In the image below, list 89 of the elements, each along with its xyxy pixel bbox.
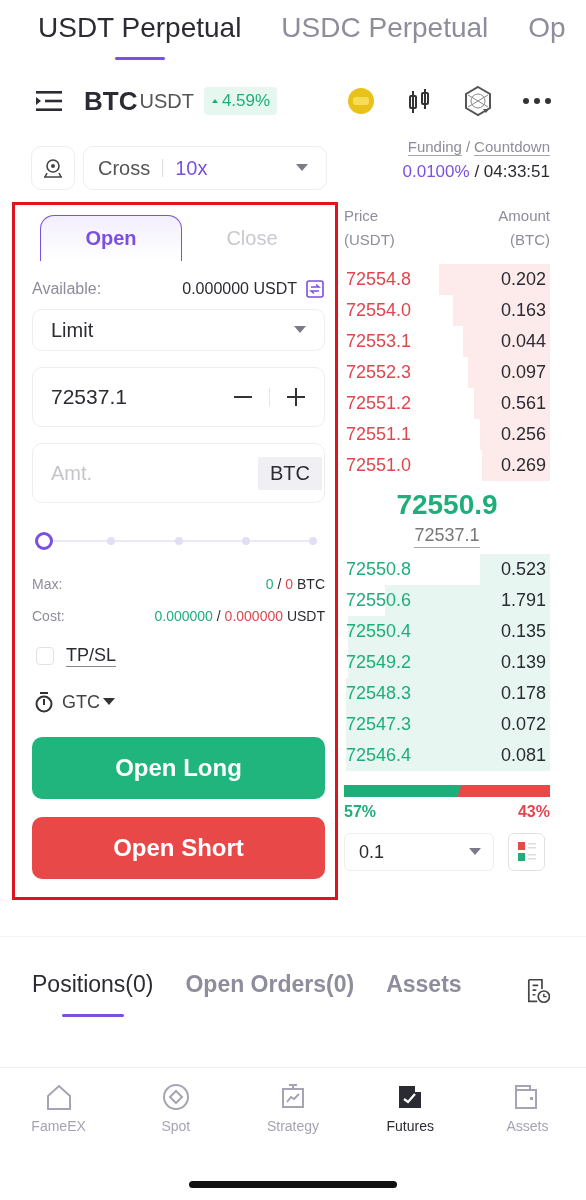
bid-amount: 0.178 xyxy=(499,683,547,704)
menu-icon[interactable] xyxy=(34,89,64,113)
pair-quote: USDT xyxy=(139,89,194,113)
order-type-select[interactable]: Limit xyxy=(32,309,325,351)
ask-price[interactable]: 72553.1 xyxy=(344,331,414,352)
web-icon[interactable] xyxy=(462,85,494,117)
price-field[interactable]: 72537.1 xyxy=(32,367,325,427)
bid-price[interactable]: 72548.3 xyxy=(344,683,414,704)
margin-select[interactable]: Cross 10x xyxy=(83,146,327,190)
bid-price[interactable]: 72547.3 xyxy=(344,714,414,735)
separator: / xyxy=(465,138,471,156)
nav-item[interactable]: FameEX xyxy=(0,1082,118,1134)
market-tab[interactable]: USDC Perpetual xyxy=(281,12,489,60)
market-tab[interactable]: Op xyxy=(528,12,566,60)
book-layout-button[interactable] xyxy=(508,833,545,871)
nav-item[interactable]: Spot xyxy=(117,1082,235,1134)
mark-price: 72537.1 xyxy=(414,525,480,548)
unit-select[interactable]: BTC xyxy=(258,456,322,490)
sell-percent: 43% xyxy=(517,803,550,821)
funding-value: 0.0100% / 04:33:51 xyxy=(401,162,550,182)
bid-amount: 0.139 xyxy=(499,652,547,673)
bid-price[interactable]: 72546.4 xyxy=(344,745,414,766)
bid-amount: 0.081 xyxy=(499,745,547,766)
countdown-label[interactable]: Countdown xyxy=(474,138,550,156)
bid-price[interactable]: 72550.8 xyxy=(344,559,414,580)
ask-price[interactable]: 72551.1 xyxy=(344,424,414,445)
bid-amount: 0.135 xyxy=(499,621,547,642)
nav-item[interactable]: Strategy xyxy=(234,1082,352,1134)
bid-price[interactable]: 72549.2 xyxy=(344,652,414,673)
timer-icon xyxy=(34,691,54,713)
slider-step-dot[interactable] xyxy=(241,537,250,545)
funding-label[interactable]: Funding xyxy=(407,138,462,156)
ask-price[interactable]: 72551.0 xyxy=(344,455,414,476)
more-icon[interactable] xyxy=(522,96,552,106)
caret-icon xyxy=(294,326,306,334)
ask-price[interactable]: 72554.8 xyxy=(344,269,414,290)
price-header: Price (USDT) xyxy=(344,206,395,250)
time-in-force-select[interactable]: GTC xyxy=(62,691,115,713)
available-value: 0.000000 USDT xyxy=(182,280,297,298)
transfer-icon[interactable] xyxy=(305,279,325,299)
position-tab[interactable]: Open Orders(0) xyxy=(185,965,355,1017)
max-label: Max: xyxy=(32,576,63,592)
slider-step-dot[interactable] xyxy=(309,537,317,545)
nav-item[interactable]: Futures xyxy=(351,1082,469,1134)
caret-icon xyxy=(296,164,308,172)
ask-price[interactable]: 72551.2 xyxy=(344,393,414,414)
open-long-button[interactable]: Open Long xyxy=(32,737,325,799)
caret-icon xyxy=(103,698,115,706)
cost-value: 0.000000 / 0.000000 USDT xyxy=(154,608,325,624)
buy-percent: 57% xyxy=(344,803,377,821)
bid-amount: 0.072 xyxy=(499,714,547,735)
ask-price[interactable]: 72554.0 xyxy=(344,300,414,321)
slider-step-dot[interactable] xyxy=(107,537,116,545)
position-tab[interactable]: Assets xyxy=(386,965,462,1017)
max-value: 0 / 0 BTC xyxy=(265,576,325,592)
pair-base[interactable]: BTC xyxy=(84,85,138,117)
caret-icon xyxy=(469,848,481,856)
bid-price[interactable]: 72550.4 xyxy=(344,621,414,642)
precision-select[interactable]: 0.1 xyxy=(344,833,494,871)
slider-step-dot[interactable] xyxy=(174,537,183,545)
ask-amount: 0.044 xyxy=(499,331,547,352)
calculator-button[interactable] xyxy=(31,146,75,190)
ask-amount: 0.269 xyxy=(499,455,547,476)
tpsl-label[interactable]: TP/SL xyxy=(66,645,117,667)
ask-amount: 0.256 xyxy=(499,424,547,445)
available-label: Available: xyxy=(32,280,102,298)
position-tab[interactable]: Positions(0) xyxy=(32,965,154,1017)
nav-item[interactable]: Assets xyxy=(468,1082,586,1134)
ask-amount: 0.097 xyxy=(499,362,547,383)
ask-amount: 0.163 xyxy=(499,300,547,321)
amount-field[interactable]: Amt. xyxy=(51,461,201,485)
open-short-button[interactable]: Open Short xyxy=(32,817,325,879)
order-history-icon[interactable] xyxy=(525,977,550,1005)
plus-icon[interactable] xyxy=(286,387,306,407)
slider-thumb[interactable] xyxy=(35,532,53,550)
market-tab[interactable]: USDT Perpetual xyxy=(38,12,242,60)
last-price: 72550.9 xyxy=(395,489,499,521)
ask-amount: 0.561 xyxy=(499,393,547,414)
bid-amount: 0.523 xyxy=(499,559,547,580)
ask-price[interactable]: 72552.3 xyxy=(344,362,414,383)
bid-price[interactable]: 72550.6 xyxy=(344,590,414,611)
tpsl-checkbox[interactable] xyxy=(36,647,54,665)
calculator-icon xyxy=(41,156,65,180)
order-tab[interactable]: Open xyxy=(40,215,182,261)
ask-amount: 0.202 xyxy=(499,269,547,290)
bid-amount: 1.791 xyxy=(499,590,547,611)
price-change-badge: 4.59% xyxy=(203,87,278,115)
amount-header: Amount (BTC) xyxy=(498,206,550,250)
cost-label: Cost: xyxy=(32,608,65,624)
